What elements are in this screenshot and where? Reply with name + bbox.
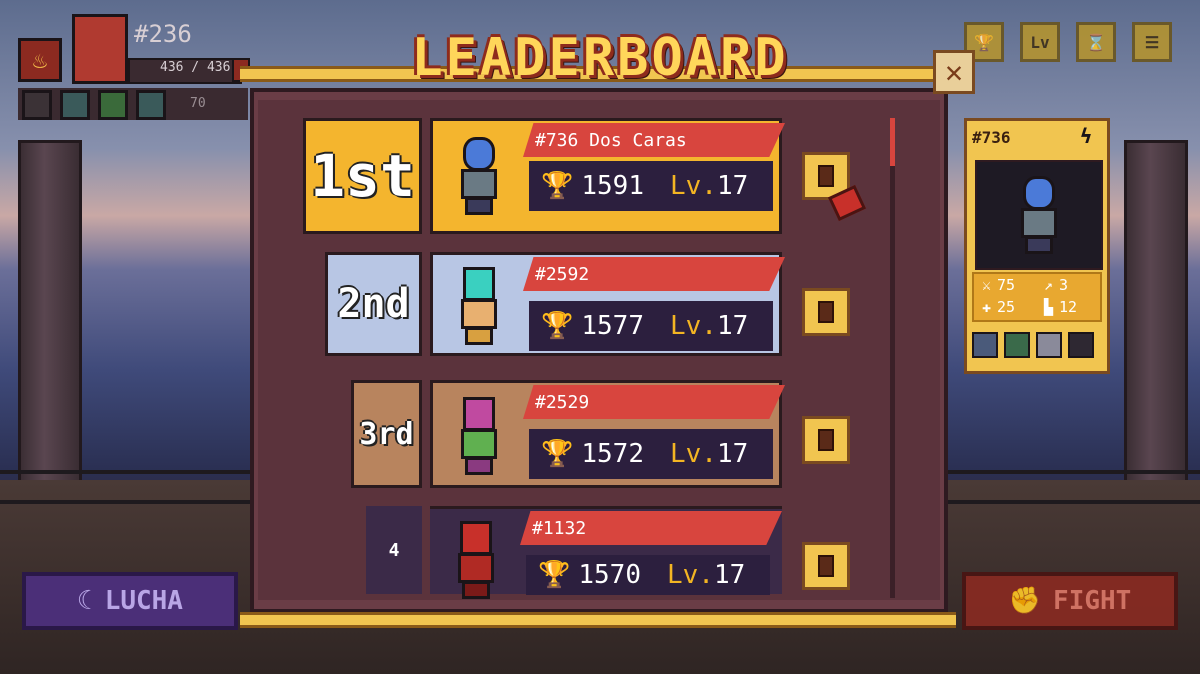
rank-badge-3: 3rd	[351, 380, 422, 488]
fighter-sprite	[451, 133, 507, 217]
detail-stats: ⚔ 75 ↗ 3 ✚ 25 ▙ 12	[972, 272, 1102, 322]
fist-icon: ✊	[1008, 586, 1042, 616]
scrollbar-thumb[interactable]	[890, 118, 895, 166]
fighter-id: #1132	[520, 511, 782, 545]
fighter-id: #2529	[523, 385, 785, 419]
speed-stat: ↗ 3	[1044, 276, 1069, 294]
level-value: 17	[716, 439, 749, 469]
skill-slot-icon[interactable]	[972, 332, 998, 358]
trophy-count: 1572	[581, 439, 644, 469]
player-id: #236	[134, 20, 192, 48]
fight-label: FIGHT	[1053, 586, 1132, 616]
skills-bar	[18, 88, 248, 120]
fire-class-icon: ♨	[18, 38, 62, 82]
hourglass-button[interactable]: ⌛	[1076, 22, 1116, 62]
trophy-icon: 🏆	[541, 171, 574, 201]
level-label: Lv.	[667, 560, 714, 590]
lucha-label: LUCHA	[104, 586, 183, 616]
detail-fighter-portrait	[975, 160, 1103, 270]
detail-fighter-id: #736	[972, 128, 1011, 147]
fighter-stats: 🏆 1570 Lv. 17	[526, 555, 770, 595]
skill-slot-icon[interactable]	[1004, 332, 1030, 358]
fighter-sprite	[448, 517, 504, 601]
trophy-icon: 🏆	[538, 560, 571, 590]
view-fighter-button-3[interactable]	[802, 416, 850, 464]
player-avatar[interactable]	[72, 14, 128, 84]
plus-icon: ✚	[982, 298, 992, 316]
fighter-sprite	[451, 263, 507, 347]
trophy-icon: 🏆	[974, 32, 994, 52]
fighter-portrait	[437, 125, 521, 225]
card-icon	[818, 555, 834, 577]
lucha-button[interactable]: ☾ LUCHA	[22, 572, 238, 630]
modal-bottom-bar	[240, 612, 956, 628]
cross-skill-icon[interactable]	[98, 90, 128, 120]
mask-skill-icon[interactable]	[60, 90, 90, 120]
fighter-portrait	[437, 385, 521, 485]
menu-icon: ☰	[1144, 32, 1160, 52]
leaderboard-row-3[interactable]: #2529 🏆 1572 Lv. 17	[430, 380, 785, 488]
leaderboard-row-2[interactable]: #2592 🏆 1577 Lv. 17	[430, 252, 785, 356]
fighter-sprite	[451, 393, 507, 477]
rank-badge-2: 2nd	[325, 252, 422, 356]
card-icon	[818, 301, 834, 323]
leaderboard-row-1[interactable]: #736 Dos Caras 🏆 1591 Lv. 17	[430, 118, 785, 234]
attack-stat: ⚔ 75	[982, 276, 1016, 294]
level-value: 17	[716, 171, 749, 201]
fighter-sprite	[1011, 172, 1067, 256]
level-value: 17	[713, 560, 746, 590]
level-button[interactable]: Lv	[1020, 22, 1060, 62]
trophy-count: 1570	[578, 560, 641, 590]
mask-icon: ☾	[77, 586, 93, 616]
trophy-count: 1591	[581, 171, 644, 201]
scrollbar-track[interactable]	[890, 118, 895, 598]
face-skill-icon[interactable]	[136, 90, 166, 120]
fighter-id: #736 Dos Caras	[523, 123, 785, 157]
card-icon	[818, 165, 834, 187]
health-stat: ✚ 25	[982, 298, 1016, 316]
fighter-stats: 🏆 1577 Lv. 17	[529, 301, 773, 351]
skill-slot-icon[interactable]	[1036, 332, 1062, 358]
trophy-count: 1577	[581, 311, 644, 341]
player-health-text: 436 / 436	[160, 60, 231, 75]
defense-stat: ▙ 12	[1044, 298, 1078, 316]
modal-title: LEADERBOARD	[411, 28, 789, 88]
fighter-id: #2592	[523, 257, 785, 291]
sword-icon: ⚔	[982, 276, 992, 294]
close-button[interactable]: ✕	[933, 50, 975, 94]
close-icon: ✕	[944, 54, 964, 90]
trophy-icon: 🏆	[541, 311, 574, 341]
leaderboard-row-4[interactable]: #1132 🏆 1570 Lv. 17	[430, 506, 782, 599]
trophy-icon: 🏆	[541, 439, 574, 469]
attack-value: 70	[190, 96, 206, 111]
fight-button[interactable]: ✊ FIGHT	[962, 572, 1178, 630]
view-fighter-button-4[interactable]	[802, 542, 850, 590]
level-label: Lv.	[670, 171, 717, 201]
rank-badge-1: 1st	[303, 118, 422, 234]
arrow-icon: ↗	[1044, 276, 1054, 294]
card-icon	[818, 429, 834, 451]
skill-slot-icon[interactable]	[1068, 332, 1094, 358]
pillar-skill-icon[interactable]	[22, 90, 52, 120]
level-value: 17	[716, 311, 749, 341]
fighter-stats: 🏆 1591 Lv. 17	[529, 161, 773, 211]
menu-button[interactable]: ☰	[1132, 22, 1172, 62]
boot-icon: ▙	[1044, 298, 1054, 316]
hourglass-icon: ⌛	[1086, 32, 1106, 52]
level-label: Lv.	[670, 311, 717, 341]
fighter-portrait	[437, 255, 521, 355]
lightning-icon: ϟ	[1080, 124, 1093, 148]
fighter-stats: 🏆 1572 Lv. 17	[529, 429, 773, 479]
fighter-portrait	[434, 509, 518, 609]
rank-badge-4: 4	[366, 506, 422, 594]
view-fighter-button-2[interactable]	[802, 288, 850, 336]
level-label: Lv.	[670, 439, 717, 469]
